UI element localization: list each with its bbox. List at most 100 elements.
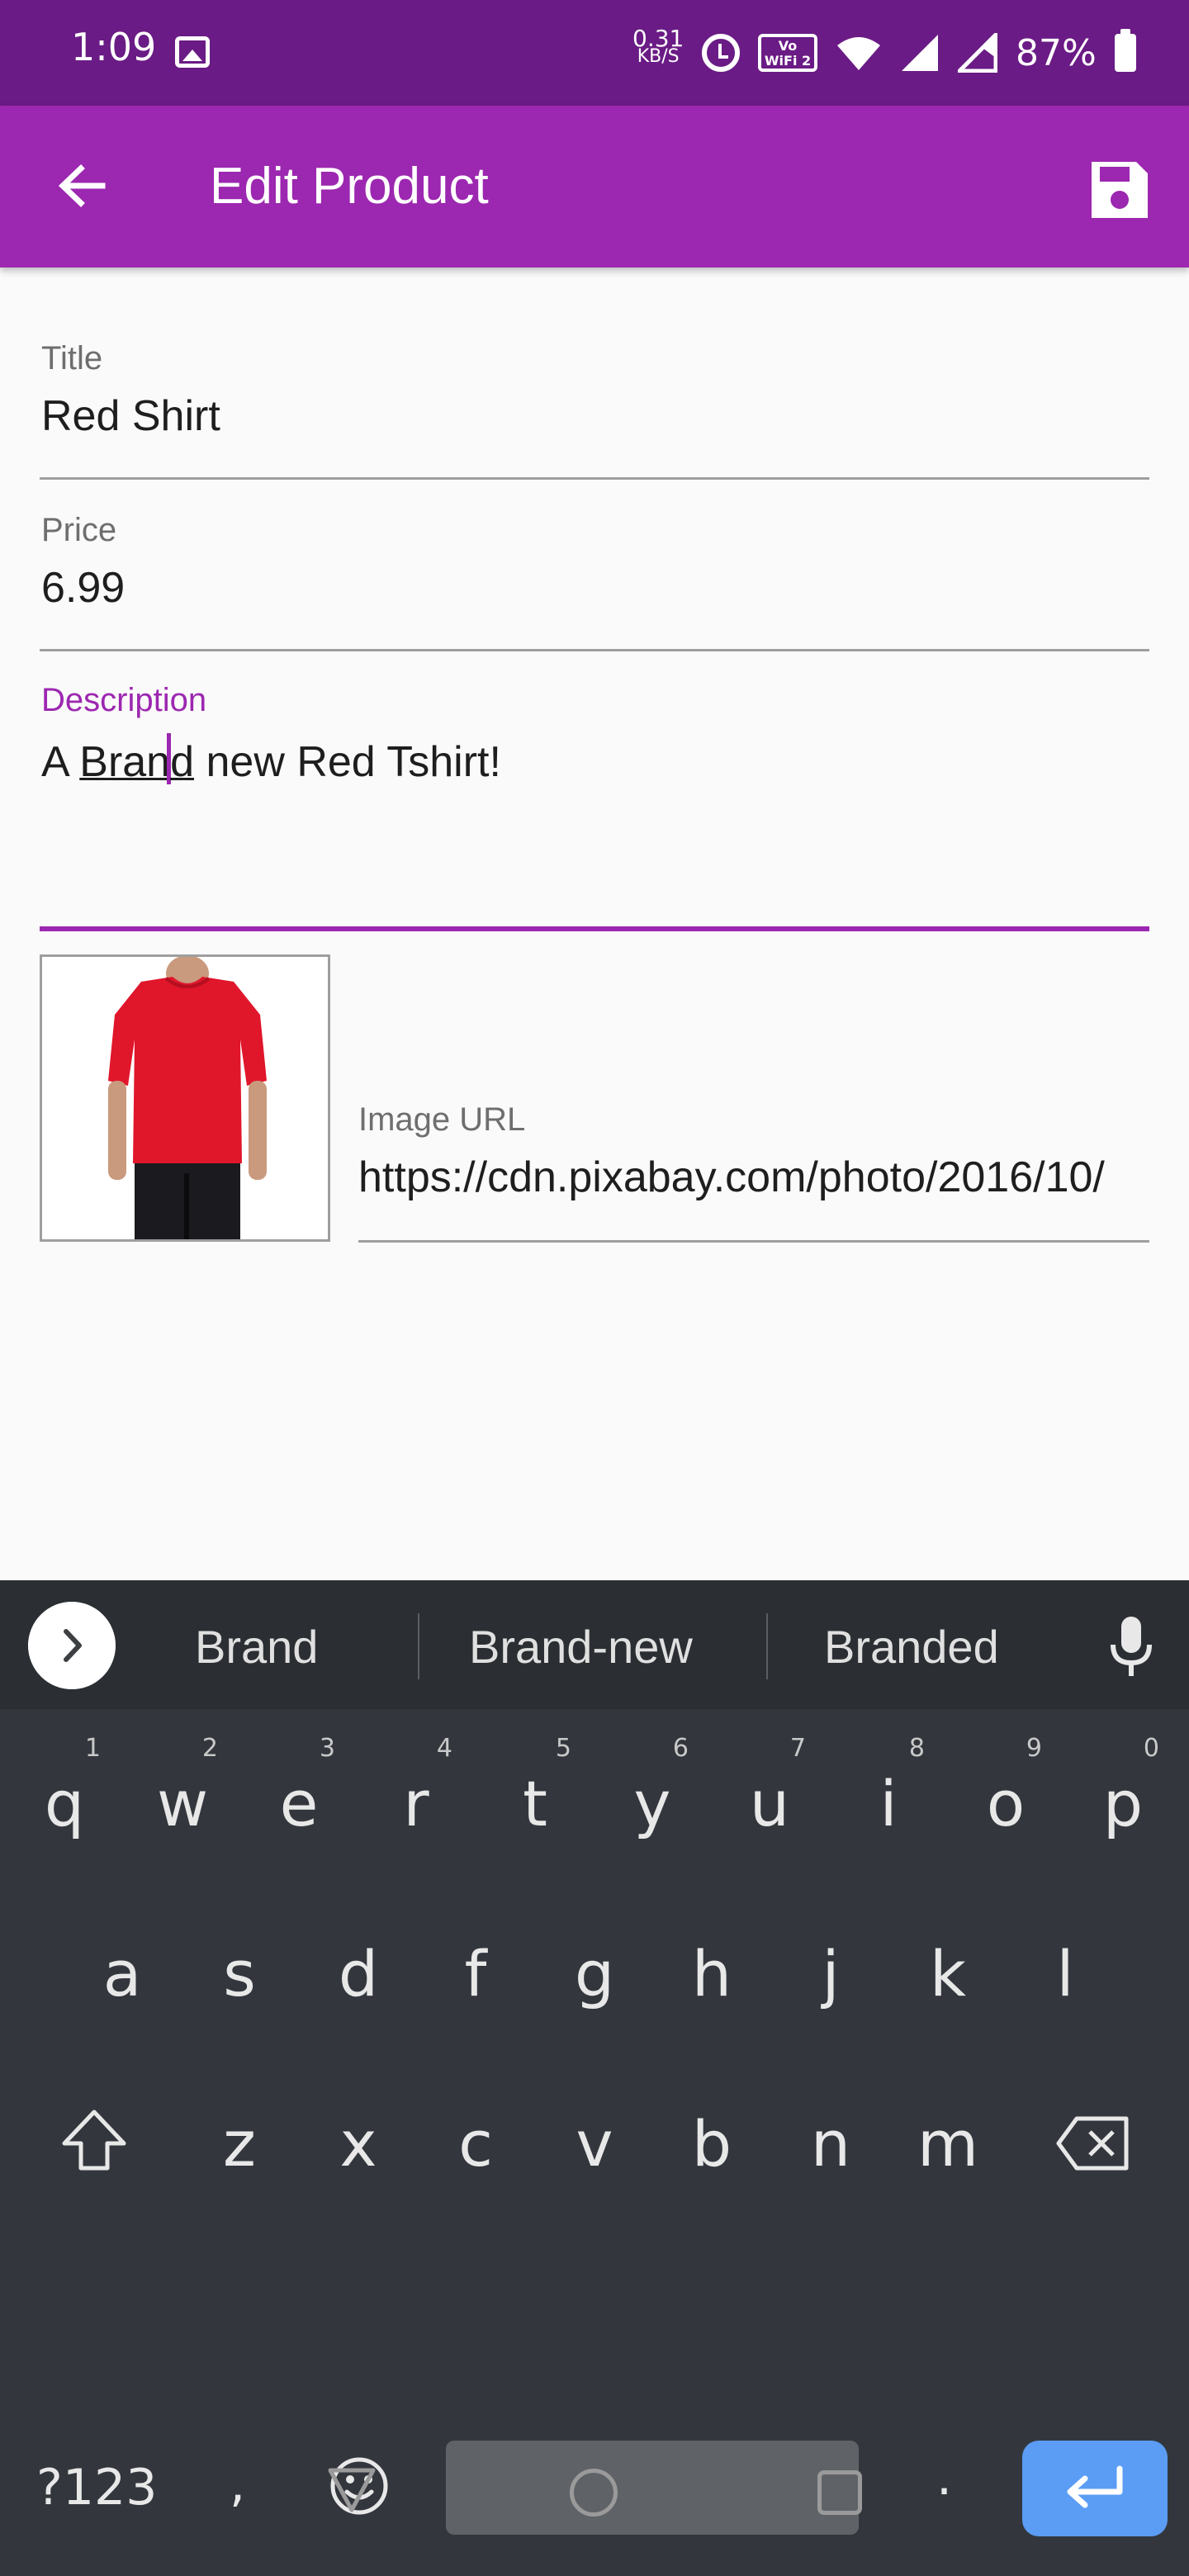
key-c[interactable]: c <box>443 2107 509 2181</box>
suggestion-strip: Brand Brand-new Branded <box>0 1580 1189 1709</box>
data-rate-unit: KB/S <box>637 46 680 67</box>
comma-key[interactable]: , <box>230 2455 245 2513</box>
nav-back-icon[interactable] <box>325 2464 378 2517</box>
key-p[interactable]: p0 <box>1098 1734 1159 1840</box>
image-notification-icon <box>175 36 210 68</box>
shift-icon[interactable] <box>59 2107 129 2173</box>
key-y[interactable]: y6 <box>628 1734 689 1840</box>
key-h[interactable]: h <box>687 1937 737 2010</box>
key-label: p <box>1102 1767 1144 1840</box>
key-hint: 9 <box>1026 1734 1042 1763</box>
key-m[interactable]: m <box>915 2107 981 2181</box>
signal-roaming-icon <box>958 33 997 73</box>
key-hint: 3 <box>319 1734 335 1763</box>
description-underline <box>40 926 1149 931</box>
suggestion-2[interactable]: Brand-new <box>469 1620 693 1674</box>
key-r[interactable]: r4 <box>391 1734 452 1840</box>
key-k[interactable]: k <box>923 1937 973 2010</box>
save-icon[interactable] <box>1087 157 1153 223</box>
tshirt-image <box>42 957 328 1239</box>
alarm-icon <box>702 34 740 72</box>
key-i[interactable]: i8 <box>864 1734 925 1840</box>
key-a[interactable]: a <box>97 1937 147 2010</box>
key-hint: 4 <box>436 1734 452 1763</box>
title-label: Title <box>41 340 103 376</box>
key-x[interactable]: x <box>325 2107 391 2181</box>
key-z[interactable]: z <box>206 2107 272 2181</box>
key-d[interactable]: d <box>334 1937 383 2010</box>
key-s[interactable]: s <box>215 1937 264 2010</box>
suggestion-3[interactable]: Branded <box>824 1620 999 1674</box>
key-t[interactable]: t5 <box>510 1734 571 1840</box>
nav-home-icon[interactable] <box>570 2469 618 2517</box>
key-g[interactable]: g <box>570 1937 619 2010</box>
key-v[interactable]: v <box>561 2107 628 2181</box>
suggestion-divider <box>766 1613 768 1679</box>
soft-keyboard: Brand Brand-new Branded q1w2e3r4t5y6u7i8… <box>0 1580 1189 2576</box>
key-label: u <box>749 1767 790 1840</box>
price-label: Price <box>41 512 117 548</box>
key-e[interactable]: e3 <box>274 1734 335 1840</box>
key-hint: 7 <box>789 1734 806 1763</box>
space-key[interactable] <box>446 2441 859 2535</box>
key-label: y <box>633 1767 671 1840</box>
description-label: Description <box>41 682 207 718</box>
suggestion-divider <box>418 1613 419 1679</box>
description-text-suffix: new Red Tshirt! <box>194 738 501 786</box>
battery-icon <box>1114 29 1136 72</box>
key-w[interactable]: w2 <box>157 1734 218 1840</box>
key-j[interactable]: j <box>806 1937 855 2010</box>
product-image-preview <box>40 954 330 1242</box>
key-label: q <box>44 1767 85 1840</box>
app-bar: Edit Product <box>0 106 1189 268</box>
key-hint: 8 <box>908 1734 925 1763</box>
nav-recents-icon[interactable] <box>817 2470 862 2515</box>
key-hint: 6 <box>672 1734 689 1763</box>
key-label: o <box>986 1767 1026 1840</box>
data-rate-value: 0.31 <box>632 25 685 52</box>
status-icons: Vo WiFi 2 87% <box>702 28 1136 78</box>
description-composing-word: Brand <box>79 733 194 786</box>
period-key[interactable]: . <box>936 2449 952 2507</box>
key-n[interactable]: n <box>798 2107 864 2181</box>
symbols-key[interactable]: ?123 <box>36 2459 157 2517</box>
key-o[interactable]: o9 <box>981 1734 1042 1840</box>
image-url-underline <box>358 1240 1149 1243</box>
price-underline <box>40 649 1149 651</box>
key-l[interactable]: l <box>1040 1937 1090 2010</box>
price-field[interactable]: 6.99 <box>41 563 125 613</box>
key-b[interactable]: b <box>679 2107 745 2181</box>
image-url-field[interactable]: https://cdn.pixabay.com/photo/2016/10/ <box>358 1153 1149 1202</box>
key-hint: 0 <box>1143 1734 1159 1763</box>
key-q[interactable]: q1 <box>40 1734 101 1840</box>
chevron-right-icon[interactable] <box>28 1602 116 1689</box>
data-rate: 0.31 KB/S <box>632 25 685 67</box>
enter-icon <box>1067 2465 1123 2508</box>
key-label: e <box>279 1767 319 1840</box>
key-u[interactable]: u7 <box>745 1734 806 1840</box>
suggestion-1[interactable]: Brand <box>195 1620 318 1674</box>
description-text-prefix: A <box>41 738 80 786</box>
enter-key[interactable] <box>1022 2441 1168 2536</box>
status-time: 1:09 <box>71 25 157 69</box>
volte-icon: Vo WiFi 2 <box>758 34 817 72</box>
signal-icon <box>902 35 938 71</box>
key-label: t <box>523 1767 547 1840</box>
wifi-icon <box>837 37 880 70</box>
title-field[interactable]: Red Shirt <box>41 391 220 441</box>
arrow-back-icon[interactable] <box>46 149 121 223</box>
description-field[interactable]: A Brand new Red Tshirt! <box>41 733 1151 915</box>
backspace-icon[interactable] <box>1055 2115 1131 2171</box>
key-hint: 2 <box>201 1734 218 1763</box>
key-label: r <box>403 1767 429 1840</box>
page-title: Edit Product <box>210 158 489 215</box>
key-f[interactable]: f <box>451 1937 500 2010</box>
key-label: w <box>157 1767 209 1840</box>
key-label: i <box>879 1767 898 1840</box>
microphone-icon[interactable] <box>1105 1613 1158 1679</box>
image-url-label: Image URL <box>358 1101 526 1138</box>
key-hint: 5 <box>555 1734 571 1763</box>
title-underline <box>40 477 1149 480</box>
composing-word-start: Bran <box>79 738 171 786</box>
status-bar: 1:09 0.31 KB/S Vo WiFi 2 87% <box>0 0 1189 106</box>
